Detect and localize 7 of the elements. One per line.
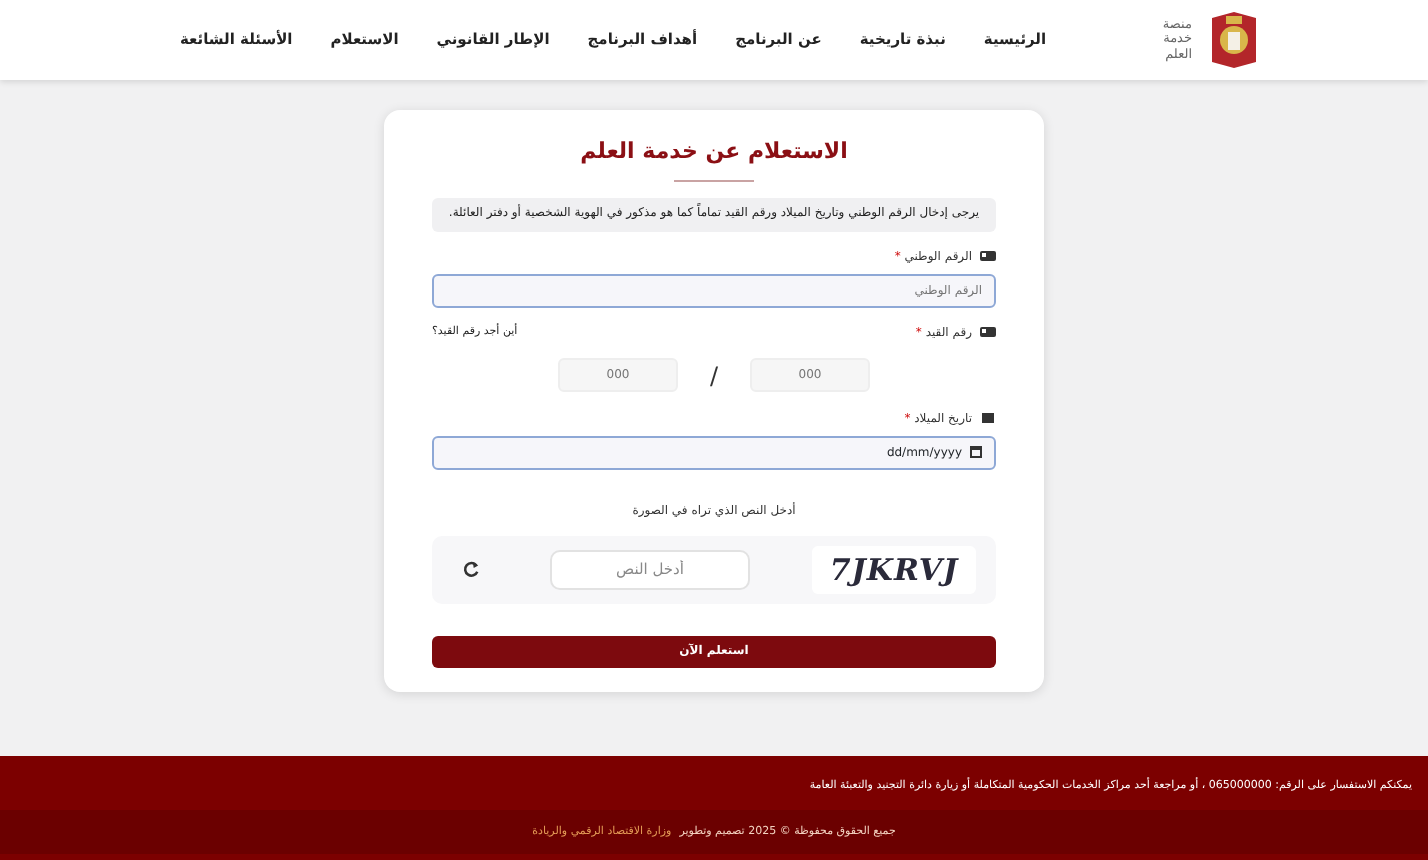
refresh-icon[interactable] (461, 560, 479, 579)
id-card-icon (980, 250, 996, 263)
separator-text: / (709, 359, 719, 394)
captcha-text: 7JKRVJ (812, 545, 976, 594)
id-card-icon (980, 326, 996, 339)
emblem-icon (1208, 10, 1260, 70)
form-title: الاستعلام عن خدمة العلم (578, 138, 850, 165)
